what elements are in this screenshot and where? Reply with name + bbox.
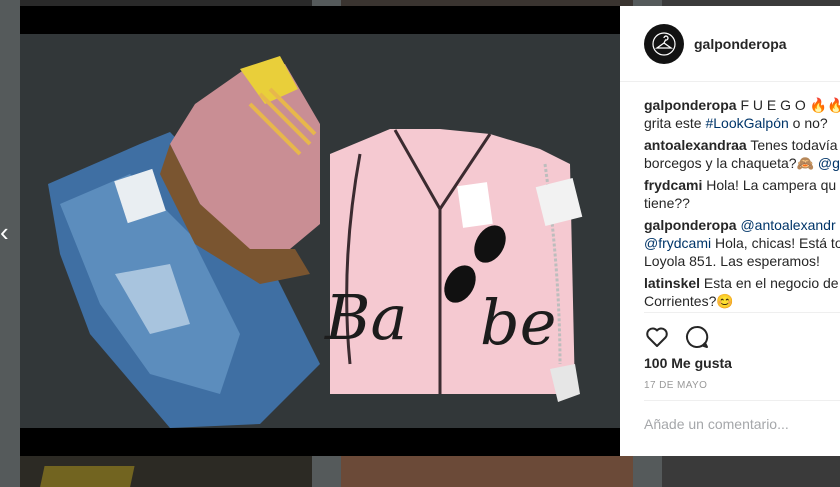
divider bbox=[644, 312, 840, 313]
comment-list: galponderopa F U E G O 🔥🔥 grita este #Lo… bbox=[644, 96, 840, 312]
comment-author[interactable]: galponderopa bbox=[644, 97, 737, 113]
comment-text: tiene?? bbox=[644, 195, 690, 211]
post-date: 17 DE MAYO bbox=[644, 380, 708, 391]
comment-item: frydcami Hola! La campera qu tiene?? bbox=[644, 176, 840, 212]
hashtag-link[interactable]: #LookGalpón bbox=[705, 115, 788, 131]
feed-thumbnail bbox=[662, 456, 840, 487]
shirt-print-left: Ba bbox=[324, 281, 408, 354]
comment-author[interactable]: latinskel bbox=[644, 275, 700, 291]
comment-input[interactable] bbox=[644, 416, 834, 432]
comment-bubble-icon[interactable] bbox=[684, 324, 710, 350]
post-header: galponderopa bbox=[620, 6, 840, 82]
feed-thumbnail bbox=[20, 456, 312, 487]
post-modal: Ba be galponderopa galponderopa F U E G … bbox=[20, 6, 840, 456]
post-photo[interactable]: Ba be bbox=[20, 6, 620, 456]
feed-thumbnail bbox=[341, 456, 633, 487]
shirt-print-right: be bbox=[480, 286, 556, 359]
comment-text: grita este bbox=[644, 115, 706, 131]
chevron-left-icon[interactable]: ‹ bbox=[0, 218, 14, 246]
comment-item: galponderopa @antoalexandr @frydcami Hol… bbox=[644, 216, 840, 270]
post-username[interactable]: galponderopa bbox=[694, 36, 787, 52]
mention-link[interactable]: @antoalexandr bbox=[740, 217, 835, 233]
comment-text: Corrientes?😊 bbox=[644, 293, 734, 309]
comment-author[interactable]: galponderopa bbox=[644, 217, 737, 233]
shirt-illustration: Ba be bbox=[324, 129, 575, 394]
comment-text: Loyola 851. Las esperamos! bbox=[644, 253, 820, 269]
avatar[interactable] bbox=[644, 23, 684, 64]
comment-text: borcegos y la chaqueta?🙈 bbox=[644, 155, 818, 171]
comment-item: antoalexandraa Tenes todavía borcegos y … bbox=[644, 136, 840, 172]
comment-text: F U E G O 🔥🔥 bbox=[740, 97, 840, 113]
mention-link[interactable]: @g bbox=[818, 155, 840, 171]
mention-link[interactable]: @frydcami bbox=[644, 235, 711, 251]
comment-text: Tenes todavía bbox=[750, 137, 838, 153]
comment-item: latinskel Esta en el negocio de Corrient… bbox=[644, 274, 840, 310]
post-image: Ba be bbox=[20, 34, 620, 428]
like-count[interactable]: 100 Me gusta bbox=[644, 355, 732, 371]
comment-author[interactable]: antoalexandraa bbox=[644, 137, 747, 153]
heart-icon[interactable] bbox=[644, 324, 670, 350]
comment-text: Esta en el negocio de bbox=[703, 275, 839, 291]
post-sidebar: galponderopa galponderopa F U E G O 🔥🔥 g… bbox=[620, 6, 840, 456]
comment-text: Hola! La campera qu bbox=[706, 177, 837, 193]
hanger-icon bbox=[652, 31, 676, 56]
comment-author[interactable]: frydcami bbox=[644, 177, 702, 193]
comment-text: Hola, chicas! Está to bbox=[711, 235, 840, 251]
comment-item: galponderopa F U E G O 🔥🔥 grita este #Lo… bbox=[644, 96, 840, 132]
comment-text: o no? bbox=[788, 115, 828, 131]
divider bbox=[644, 400, 840, 401]
post-actions bbox=[644, 324, 710, 350]
